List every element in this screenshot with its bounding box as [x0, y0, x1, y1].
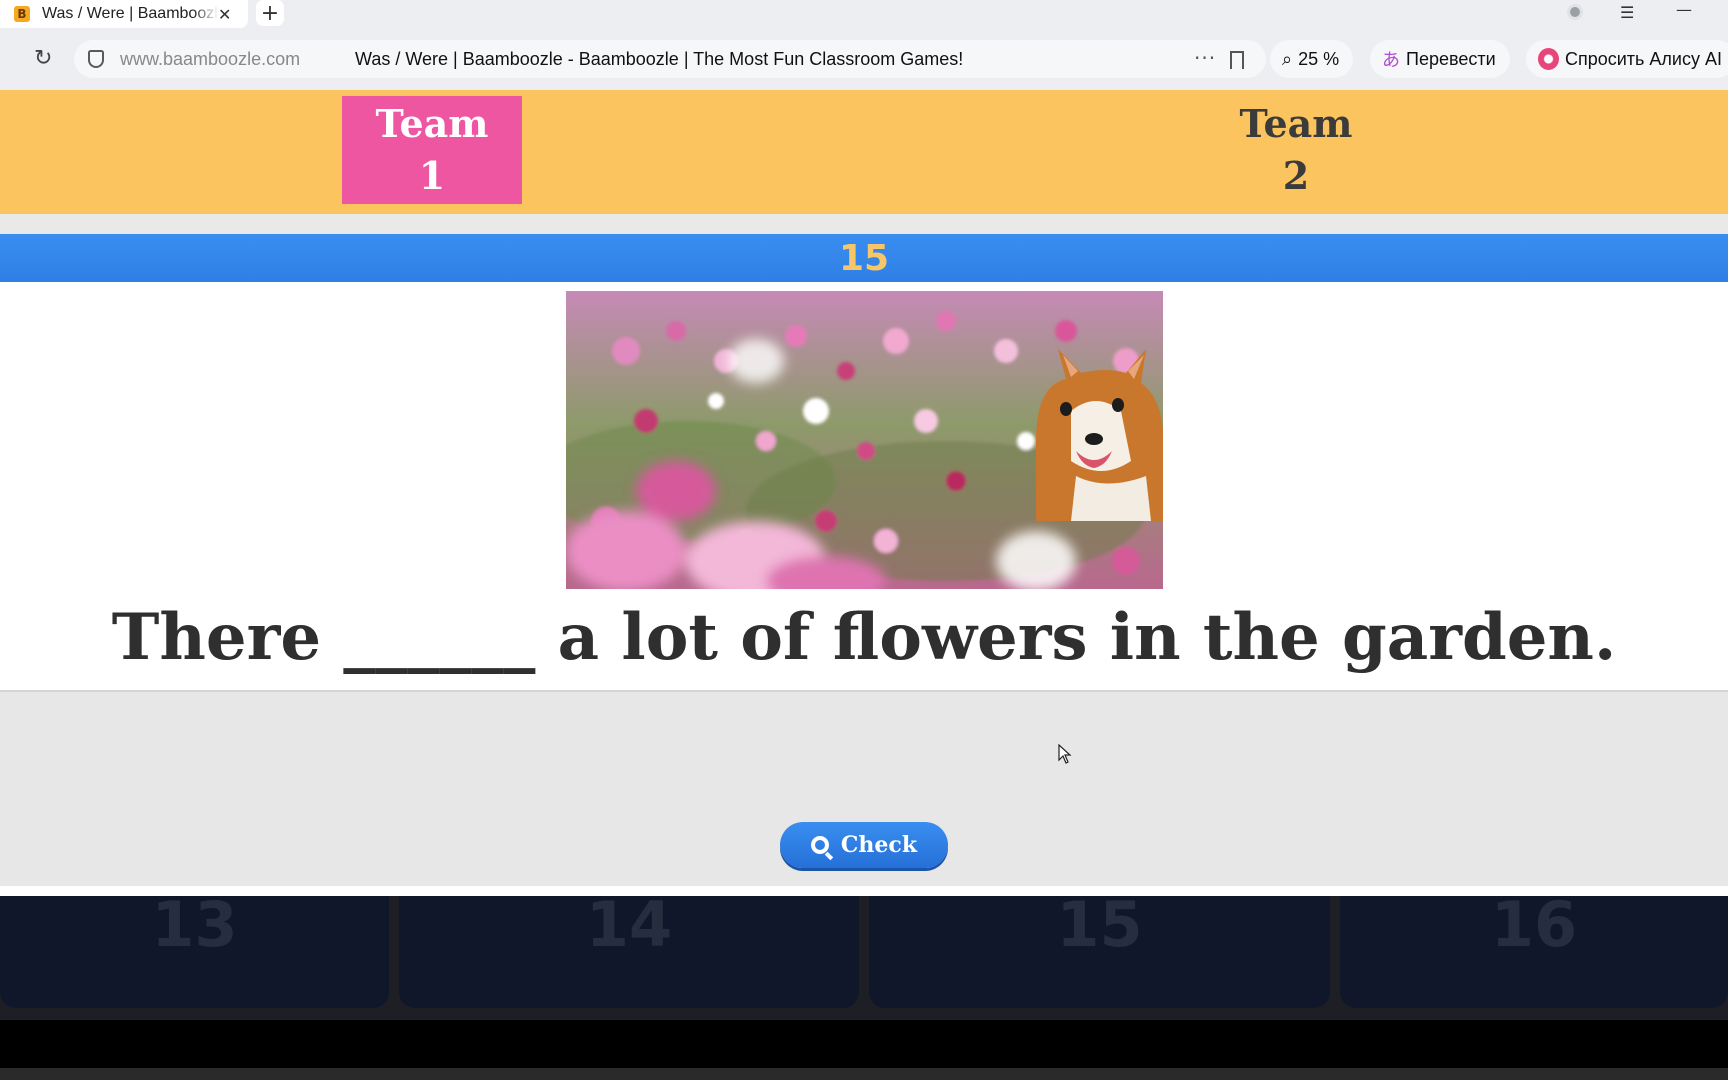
alice-icon — [1538, 48, 1559, 70]
profile-icon[interactable] — [1567, 4, 1583, 20]
address-page-title: Was / Were | Baamboozle - Baamboozle | T… — [355, 49, 964, 69]
zoom-button[interactable]: ⌕ 25 % — [1270, 40, 1354, 78]
footer-bar — [0, 1020, 1728, 1068]
tile-number: 14 — [585, 888, 673, 961]
reload-icon[interactable]: ↻ — [34, 46, 52, 71]
baamboozle-favicon-icon: B — [14, 6, 30, 22]
address-row: ↻ www.baamboozle.com Was / Were | Baambo… — [0, 32, 1728, 90]
shield-icon[interactable] — [88, 50, 104, 68]
check-label: Check — [840, 832, 918, 858]
minimize-icon[interactable]: — — [1676, 0, 1692, 19]
browser-window: B Was / Were | Baamboozle - Baamboozle |… — [0, 0, 1728, 1080]
translate-label: Перевести — [1406, 48, 1496, 69]
question-image — [566, 291, 1163, 589]
divider — [0, 214, 1728, 234]
browser-tab-active[interactable]: B Was / Were | Baamboozle - Baamboozle |… — [0, 0, 248, 28]
scoreboard: Team 1 0 Team 2 0 — [0, 90, 1728, 248]
tab-title: Was / Were | Baamboozle - Baamboozle | T… — [42, 5, 218, 22]
translate-button[interactable]: あ Перевести — [1370, 40, 1510, 78]
url-text: www.baamboozle.com — [120, 49, 301, 69]
answer-area: Check — [0, 692, 1728, 886]
mouse-cursor-icon — [1058, 744, 1072, 764]
team-1-name: Team 1 — [342, 96, 522, 204]
close-tab-icon[interactable]: ✕ — [218, 5, 231, 24]
divider — [0, 886, 1728, 896]
board-tile[interactable]: 14 — [399, 888, 859, 1008]
footer-strip — [0, 1068, 1728, 1080]
timer-bar: 15 — [0, 234, 1728, 282]
ask-alice-button[interactable]: Спросить Алису AI — [1526, 40, 1728, 78]
tile-number: 15 — [1056, 888, 1143, 961]
tab-strip: B Was / Were | Baamboozle - Baamboozle |… — [0, 0, 1728, 32]
tile-number: 16 — [1490, 888, 1578, 961]
address-bar[interactable]: www.baamboozle.com Was / Were | Baambooz… — [74, 40, 1266, 78]
more-icon[interactable]: ··· — [1194, 46, 1216, 70]
menu-icon[interactable]: ☰ — [1620, 3, 1634, 22]
board-tile[interactable]: 15 — [869, 888, 1330, 1008]
translate-icon: あ — [1382, 50, 1400, 70]
question-text: There ______ a lot of flowers in the gar… — [111, 600, 1617, 675]
timer-value: 15 — [838, 237, 890, 279]
bookmark-icon[interactable] — [1230, 51, 1244, 69]
team-2-name: Team 2 — [1239, 101, 1353, 198]
ask-alice-label: Спросить Алису AI — [1564, 48, 1722, 69]
zoom-label: 25 % — [1298, 48, 1340, 69]
board-tile[interactable]: 13 — [0, 888, 389, 1008]
board-tile[interactable]: 16 — [1340, 888, 1728, 1008]
question-panel: There ______ a lot of flowers in the gar… — [0, 282, 1728, 692]
magnifier-icon — [810, 836, 829, 854]
question-board: 13 14 15 16 — [0, 888, 1728, 1020]
new-tab-button[interactable]: + — [256, 0, 284, 26]
corgi-flowers-picture — [566, 291, 1163, 589]
tile-number: 13 — [151, 888, 238, 961]
zoom-icon: ⌕ — [1282, 48, 1293, 69]
check-button[interactable]: Check — [780, 822, 948, 868]
